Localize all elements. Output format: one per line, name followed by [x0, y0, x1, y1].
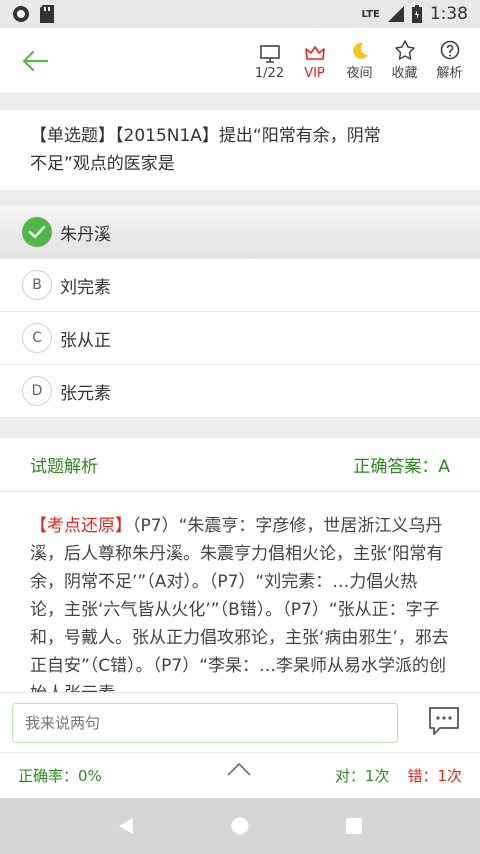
option-letter: C [22, 323, 52, 353]
explain-button[interactable]: 解析 [427, 40, 472, 81]
question-line: 不足”观点的医家是 [30, 154, 175, 174]
sd-card-icon [40, 5, 54, 23]
vip-button[interactable]: VIP [292, 44, 337, 81]
top-bar: 1/22 VIP 夜间 收藏 解析 [0, 28, 480, 94]
system-nav-bar [0, 798, 480, 854]
divider [0, 190, 480, 206]
check-icon [22, 217, 52, 247]
option-text: 张从正 [60, 330, 111, 351]
question-line: 【单选题】【2015N1A】提出“阳常有余，阴常 [30, 126, 381, 146]
correct-answer: 正确答案：A [353, 457, 450, 477]
clock: 1:38 [429, 4, 468, 24]
option-text: 朱丹溪 [60, 224, 111, 245]
night-label: 夜间 [346, 66, 373, 81]
question-icon [440, 40, 459, 60]
comment-button[interactable] [428, 706, 460, 740]
comment-bar [0, 692, 480, 752]
explain-label: 解析 [436, 66, 463, 81]
option-b[interactable]: B 刘完素 [0, 259, 480, 312]
option-letter: B [22, 270, 52, 300]
back-button[interactable] [0, 28, 70, 94]
star-icon [394, 40, 415, 60]
network-label: LTE [361, 8, 380, 20]
option-d[interactable]: D 张元素 [0, 365, 480, 418]
battery-icon [411, 5, 422, 23]
analysis-title: 试题解析 [30, 457, 98, 477]
signal-icon [387, 6, 404, 22]
moon-icon [352, 42, 368, 59]
progress-button[interactable]: 1/22 [247, 44, 292, 81]
wrong-count: 错：1次 [407, 767, 462, 785]
arrow-left-icon [22, 50, 48, 71]
night-mode-button[interactable]: 夜间 [337, 40, 382, 81]
accuracy-rate: 正确率：0% [18, 767, 102, 785]
analysis-text: （P7）“朱震亨：字彦修，世居浙江义乌丹溪，后人尊称朱丹溪。朱震亨力倡相火论，主… [30, 516, 449, 692]
comment-icon [429, 706, 459, 735]
back-nav-icon[interactable] [117, 816, 135, 836]
option-a[interactable]: 朱丹溪 [0, 206, 480, 259]
option-text: 张元素 [60, 383, 111, 404]
correct-count: 对：1次 [334, 767, 390, 785]
analysis-highlight: 【考点还原】 [30, 516, 132, 536]
comment-input[interactable] [12, 702, 398, 743]
option-text: 刘完素 [60, 277, 111, 298]
stats-bar: 正确率：0% 对：1次 错：1次 [0, 752, 480, 798]
favorite-button[interactable]: 收藏 [382, 40, 427, 81]
recents-nav-icon[interactable] [345, 817, 363, 835]
home-nav-icon[interactable] [230, 816, 250, 836]
option-list: 朱丹溪 B 刘完素 C 张从正 D 张元素 [0, 206, 480, 418]
status-bar: LTE 1:38 [0, 0, 480, 28]
monitor-icon [259, 45, 280, 63]
progress-label: 1/22 [254, 66, 285, 81]
analysis-header: 试题解析 正确答案：A [0, 438, 480, 492]
vip-label: VIP [304, 66, 325, 81]
app-notification-icon [13, 6, 29, 22]
question-text: 【单选题】【2015N1A】提出“阳常有余，阴常 不足”观点的医家是 [0, 110, 480, 190]
option-c[interactable]: C 张从正 [0, 312, 480, 365]
favorite-label: 收藏 [391, 66, 418, 81]
chevron-up-icon[interactable] [226, 761, 252, 777]
divider [0, 420, 480, 438]
option-letter: D [22, 376, 52, 406]
divider [0, 94, 480, 110]
crown-icon [304, 46, 325, 60]
analysis-body: 【考点还原】（P7）“朱震亨：字彦修，世居浙江义乌丹溪，后人尊称朱丹溪。朱震亨力… [0, 492, 480, 692]
